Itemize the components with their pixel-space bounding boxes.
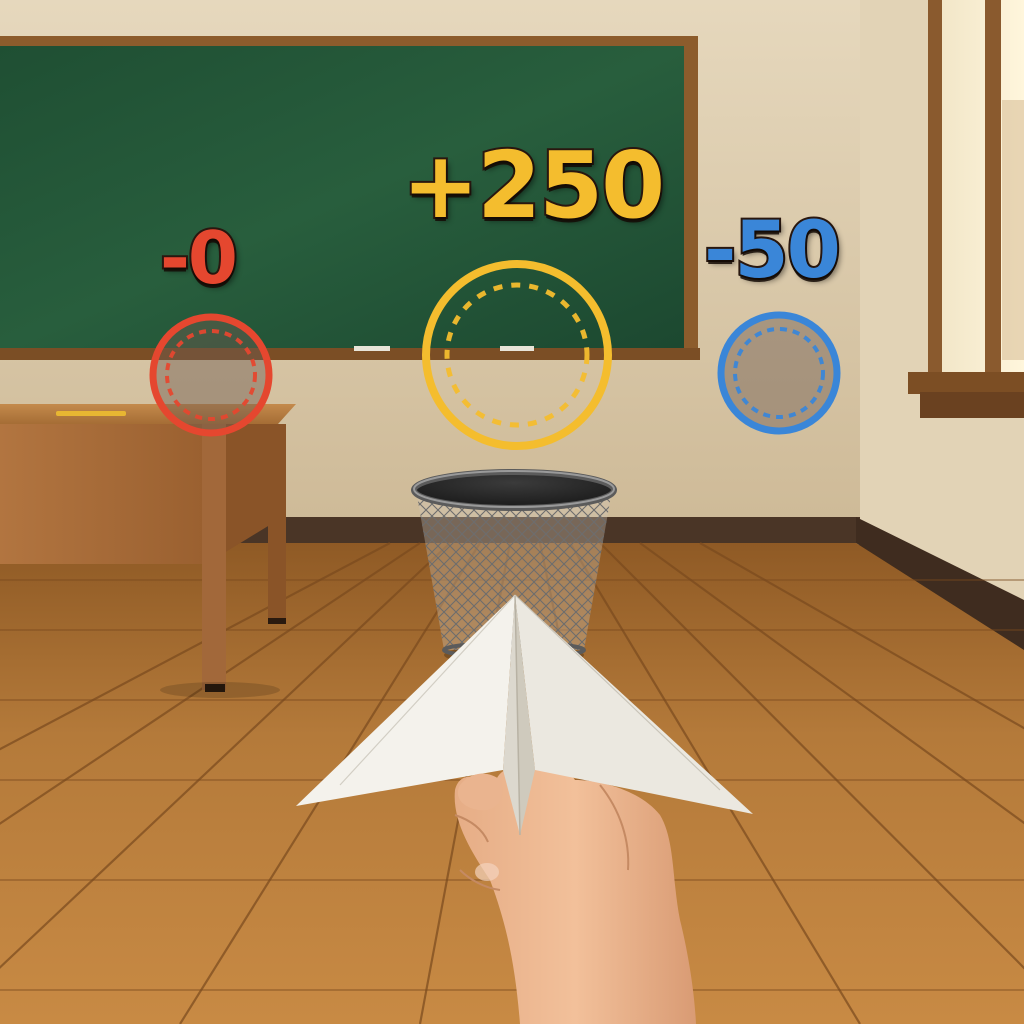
target-ring-left[interactable] <box>149 313 273 437</box>
score-label-left: -0 <box>158 216 240 300</box>
target-ring-right[interactable] <box>717 311 841 435</box>
target-ring-center[interactable] <box>422 260 612 450</box>
score-label-right: -50 <box>702 206 843 296</box>
classroom-scene[interactable]: -0 +250 -50 <box>0 0 1024 1024</box>
score-label-center: +250 <box>400 132 667 239</box>
